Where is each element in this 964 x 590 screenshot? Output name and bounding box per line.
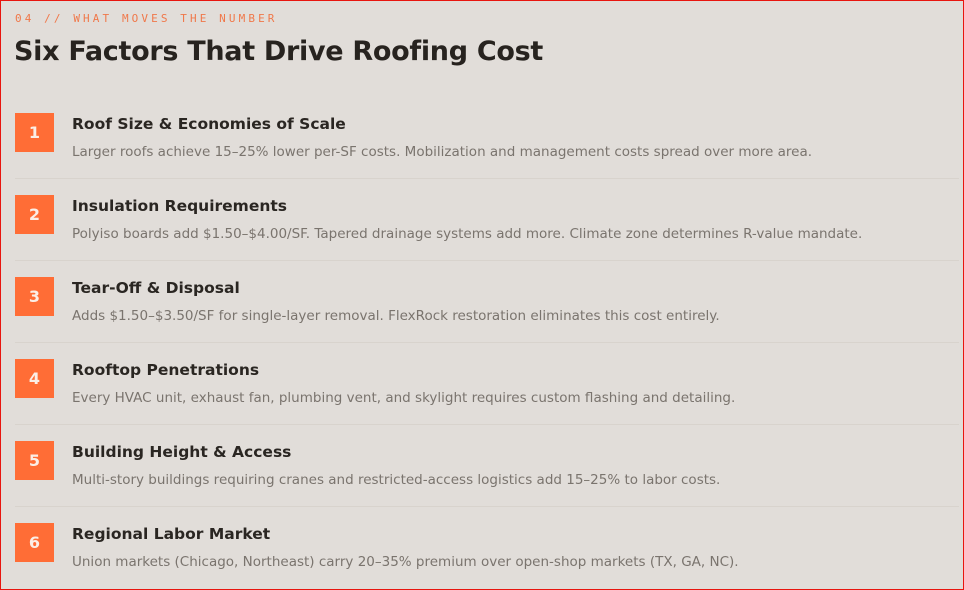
factor-title: Building Height & Access <box>72 443 292 461</box>
factor-description: Union markets (Chicago, Northeast) carry… <box>72 554 739 570</box>
factor-title: Rooftop Penetrations <box>72 361 260 379</box>
page-frame: 04 // WHAT MOVES THE NUMBER Six Factors … <box>0 0 964 590</box>
factor-title: Insulation Requirements <box>72 197 288 215</box>
section-title: Six Factors That Drive Roofing Cost <box>14 36 543 67</box>
factor-description: Larger roofs achieve 15–25% lower per-SF… <box>72 144 813 160</box>
factor-description: Multi-story buildings requiring cranes a… <box>72 472 721 488</box>
factor-list: 1 Roof Size & Economies of Scale Larger … <box>15 97 959 589</box>
factor-number-badge: 3 <box>15 277 54 316</box>
factor-title: Roof Size & Economies of Scale <box>72 115 346 133</box>
factor-number-badge: 5 <box>15 441 54 480</box>
section-eyebrow: 04 // WHAT MOVES THE NUMBER <box>15 12 278 25</box>
factor-number-badge: 4 <box>15 359 54 398</box>
factor-number-badge: 6 <box>15 523 54 562</box>
factor-item-penetrations: 4 Rooftop Penetrations Every HVAC unit, … <box>15 343 959 425</box>
factor-description: Every HVAC unit, exhaust fan, plumbing v… <box>72 390 736 406</box>
factor-description: Polyiso boards add $1.50–$4.00/SF. Taper… <box>72 226 863 242</box>
factor-item-roof-size: 1 Roof Size & Economies of Scale Larger … <box>15 97 959 179</box>
factor-item-building-height: 5 Building Height & Access Multi-story b… <box>15 425 959 507</box>
factor-description: Adds $1.50–$3.50/SF for single-layer rem… <box>72 308 720 324</box>
factor-title: Regional Labor Market <box>72 525 271 543</box>
factor-number-badge: 2 <box>15 195 54 234</box>
factor-item-labor-market: 6 Regional Labor Market Union markets (C… <box>15 507 959 589</box>
factor-title: Tear-Off & Disposal <box>72 279 240 297</box>
factor-number-badge: 1 <box>15 113 54 152</box>
factor-item-insulation: 2 Insulation Requirements Polyiso boards… <box>15 179 959 261</box>
factor-item-tear-off: 3 Tear-Off & Disposal Adds $1.50–$3.50/S… <box>15 261 959 343</box>
